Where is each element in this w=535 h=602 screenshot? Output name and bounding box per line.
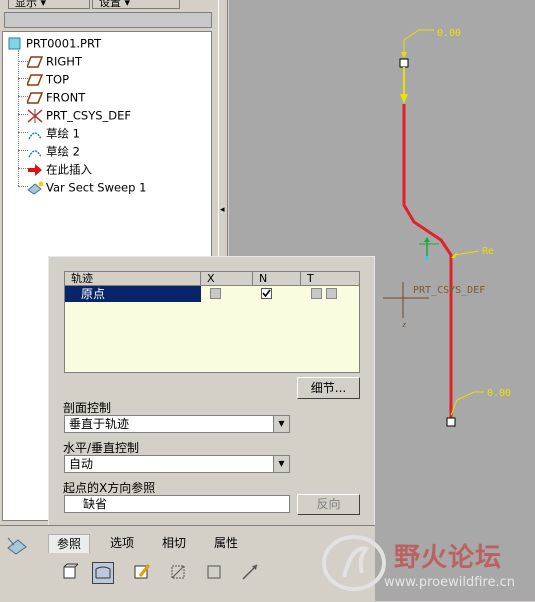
check-icon <box>262 289 271 298</box>
watermark-title: 野火论坛 <box>394 543 503 573</box>
dimension-leader-mid <box>454 250 480 256</box>
x-direction-ref-field[interactable]: 缺省 <box>64 495 290 513</box>
flip-button[interactable]: 反向 <box>297 494 360 515</box>
references-panel: 轨迹 X N T 原点 细节... 剖面控制 垂直于轨迹 ▼ 水平/垂直控制 自… <box>48 256 375 526</box>
surface-tool-button[interactable] <box>92 562 114 584</box>
thicken-icon <box>207 565 221 579</box>
flip-thickness-tool-button[interactable] <box>240 562 262 584</box>
collapse-left-arrow-icon[interactable]: ◂ <box>220 205 225 215</box>
forum-watermark: 野火论坛 www.proewildfire.cn <box>322 533 532 595</box>
section-control-label: 剖面控制 <box>63 401 112 415</box>
tree-connector <box>18 50 19 186</box>
watermark-url: www.proewildfire.cn <box>384 575 515 590</box>
tree-item-sketch-2[interactable]: 草绘 2 <box>27 143 80 159</box>
insert-here-arrow-icon <box>28 163 42 176</box>
remove-material-icon <box>171 565 185 579</box>
col-header-trajectory: 轨迹 <box>65 272 201 286</box>
dimension-label-top: 0.00 <box>437 28 461 39</box>
thicken-tool-button[interactable] <box>204 562 226 584</box>
forum-logo-icon <box>322 535 386 591</box>
hv-control-select[interactable]: 自动 ▼ <box>64 455 290 473</box>
remove-material-tool-button[interactable] <box>168 562 190 584</box>
dimension-label-mid: Re <box>482 246 494 257</box>
var-sect-sweep-feature-icon <box>7 537 27 555</box>
t-checkbox-1[interactable] <box>311 288 322 299</box>
col-header-t: T <box>301 272 359 286</box>
tree-item-right[interactable]: RIGHT <box>27 53 82 69</box>
axis-green-head-icon <box>424 237 430 242</box>
start-point-handle[interactable] <box>399 58 409 68</box>
sketch-tool-button[interactable] <box>132 562 154 584</box>
tree-filter-bar[interactable] <box>4 12 212 28</box>
details-button[interactable]: 细节... <box>297 377 360 399</box>
tab-references[interactable]: 参照 <box>48 534 91 553</box>
datum-plane-icon <box>27 73 43 86</box>
n-checkbox[interactable] <box>261 288 272 299</box>
sketch-icon <box>28 149 42 157</box>
trajectory-table[interactable]: 轨迹 X N T 原点 <box>64 271 360 373</box>
datum-plane-icon <box>27 91 43 104</box>
pencil-icon <box>134 564 151 579</box>
solid-tool-button[interactable] <box>60 562 82 584</box>
leader-arrow-icon <box>401 52 407 58</box>
dropdown-arrow-icon[interactable]: ▼ <box>273 456 289 472</box>
tree-item-top[interactable]: TOP <box>27 71 69 87</box>
dropdown-arrow-icon[interactable]: ▼ <box>273 416 289 432</box>
x-direction-ref-label: 起点的X方向参照 <box>63 481 156 495</box>
flip-thickness-icon <box>242 564 258 580</box>
surface-icon <box>95 566 111 579</box>
dimension-leader-top <box>403 29 434 56</box>
start-arrow-head-icon <box>400 94 408 104</box>
datum-plane-icon <box>27 55 43 68</box>
col-header-n: N <box>253 272 301 286</box>
tree-item-csys[interactable]: PRT_CSYS_DEF <box>27 107 131 123</box>
settings-menu-button[interactable]: 设置 ▾ <box>92 0 180 9</box>
tree-item-part[interactable]: PRT0001.PRT <box>7 35 101 51</box>
tab-tangency[interactable]: 相切 <box>154 534 194 552</box>
csys-label: PRT_CSYS_DEF <box>413 285 485 296</box>
table-row[interactable]: 原点 <box>65 286 359 302</box>
hv-control-label: 水平/垂直控制 <box>63 441 140 455</box>
trajectory-name-cell[interactable]: 原点 <box>65 286 201 302</box>
tab-options[interactable]: 选项 <box>102 534 142 552</box>
tree-item-var-sect-sweep[interactable]: Var Sect Sweep 1 <box>27 179 146 195</box>
display-menu-button[interactable]: 显示 ▾ <box>8 0 90 9</box>
axis-cyan-point <box>425 256 429 260</box>
end-point-handle[interactable] <box>446 417 456 427</box>
tree-item-insert-here[interactable]: 在此插入 <box>27 161 92 177</box>
dimension-label-bottom: 0.00 <box>487 388 511 399</box>
csys-z-axis-glyph: z <box>402 321 406 329</box>
dimension-leader-bottom <box>450 391 484 416</box>
solid-icon <box>63 563 79 579</box>
t-checkbox-2[interactable] <box>326 288 337 299</box>
dashboard-bar: 参照 选项 相切 属性 <box>0 525 375 602</box>
tree-item-front[interactable]: FRONT <box>27 89 85 105</box>
part-icon <box>8 37 21 49</box>
trajectory-curve[interactable] <box>402 104 453 420</box>
tree-item-sketch-1[interactable]: 草绘 1 <box>27 125 80 141</box>
section-control-select[interactable]: 垂直于轨迹 ▼ <box>64 415 290 433</box>
x-checkbox[interactable] <box>210 288 221 299</box>
sketch-icon <box>28 131 42 139</box>
csys-icon <box>27 108 43 123</box>
col-header-x: X <box>201 272 253 286</box>
tab-properties[interactable]: 属性 <box>206 534 246 552</box>
var-sect-sweep-icon <box>27 181 43 195</box>
